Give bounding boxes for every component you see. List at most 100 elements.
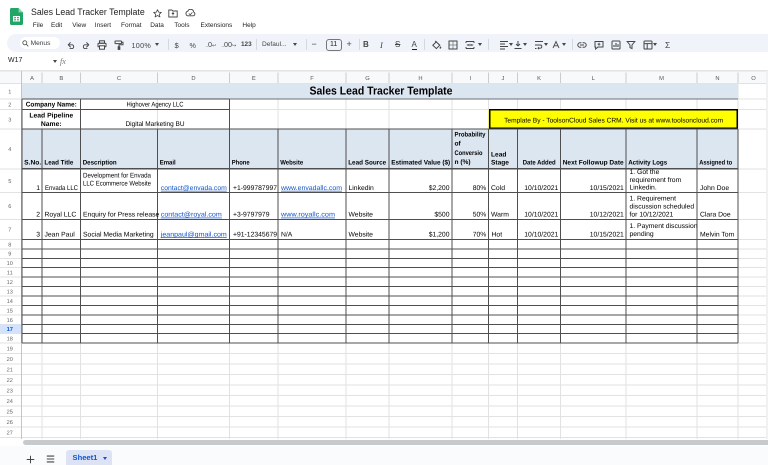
svg-text:Social Media Marketing: Social Media Marketing xyxy=(83,231,154,238)
svg-text:contact@royal.com: contact@royal.com xyxy=(161,212,222,219)
svg-text:24: 24 xyxy=(7,399,13,405)
svg-text:Next Followup Date: Next Followup Date xyxy=(563,159,624,166)
svg-text:5: 5 xyxy=(8,179,11,185)
svg-text:contact@envada.com: contact@envada.com xyxy=(161,185,227,192)
svg-text:discussion scheduled: discussion scheduled xyxy=(630,204,695,211)
svg-text:1: 1 xyxy=(8,89,11,95)
svg-text:Warm: Warm xyxy=(491,212,509,219)
svg-text:Clara Doe: Clara Doe xyxy=(700,212,731,219)
svg-text:10/10/2021: 10/10/2021 xyxy=(524,185,558,192)
svg-text:Probability: Probability xyxy=(455,131,486,138)
svg-text:1. Requirement: 1. Requirement xyxy=(630,196,677,203)
svg-text:50%: 50% xyxy=(473,212,487,219)
svg-text:of: of xyxy=(455,141,462,148)
svg-text:Estimated Value ($): Estimated Value ($) xyxy=(391,159,450,166)
svg-text:K: K xyxy=(537,76,541,82)
svg-text:Lead: Lead xyxy=(491,151,506,158)
svg-text:8: 8 xyxy=(8,242,11,248)
svg-text:www.envadallc.com: www.envadallc.com xyxy=(280,185,342,192)
svg-text:7: 7 xyxy=(8,228,11,234)
svg-text:22: 22 xyxy=(7,378,13,384)
svg-text:S.No.: S.No. xyxy=(24,159,41,166)
svg-text:Template By - ToolsonCloud Sal: Template By - ToolsonCloud Sales CRM. Vi… xyxy=(504,117,723,124)
svg-text:for 10/12/2021: for 10/12/2021 xyxy=(630,212,674,219)
svg-text:E: E xyxy=(252,76,256,82)
svg-text:14: 14 xyxy=(7,299,13,305)
svg-text:26: 26 xyxy=(7,420,13,426)
svg-text:1: 1 xyxy=(36,185,40,192)
svg-text:A: A xyxy=(30,76,34,82)
svg-text:6: 6 xyxy=(8,204,11,210)
svg-text:H: H xyxy=(418,76,422,82)
svg-text:70%: 70% xyxy=(473,231,487,238)
svg-text:Enquiry for Press release: Enquiry for Press release xyxy=(83,212,160,219)
svg-text:10/15/2021: 10/15/2021 xyxy=(590,185,624,192)
svg-text:requirement from: requirement from xyxy=(630,177,682,184)
svg-text:2: 2 xyxy=(36,212,40,219)
svg-text:3: 3 xyxy=(36,231,40,238)
svg-text:Assigned to: Assigned to xyxy=(699,159,732,166)
svg-text:23: 23 xyxy=(7,389,13,395)
svg-text:9: 9 xyxy=(8,252,11,258)
svg-text:LLC Ecommerce Website: LLC Ecommerce Website xyxy=(83,180,151,187)
svg-text:$1,200: $1,200 xyxy=(429,230,450,238)
svg-text:10/12/2021: 10/12/2021 xyxy=(590,212,624,219)
svg-text:Conversio: Conversio xyxy=(455,150,483,157)
svg-text:10/10/2021: 10/10/2021 xyxy=(524,231,558,238)
svg-text:10/15/2021: 10/15/2021 xyxy=(590,231,624,238)
svg-text:pending: pending xyxy=(630,231,654,238)
svg-text:John Doe: John Doe xyxy=(700,185,729,192)
svg-text:80%: 80% xyxy=(473,185,487,192)
svg-text:Description: Description xyxy=(83,159,117,166)
svg-text:J: J xyxy=(502,76,505,82)
svg-text:1. Payment discussion: 1. Payment discussion xyxy=(630,223,698,230)
svg-text:Website: Website xyxy=(349,231,374,238)
svg-text:Company Name:: Company Name: xyxy=(26,102,77,109)
svg-text:10/10/2021: 10/10/2021 xyxy=(524,212,558,219)
svg-text:19: 19 xyxy=(7,347,13,353)
svg-text:www.royallc.com: www.royallc.com xyxy=(280,212,335,219)
svg-text:Sales Lead Tracker Template: Sales Lead Tracker Template xyxy=(310,85,453,97)
svg-text:+91-12345679: +91-12345679 xyxy=(233,231,277,238)
svg-text:Email: Email xyxy=(160,159,176,166)
svg-text:N/A: N/A xyxy=(281,231,293,238)
svg-text:1. Got the: 1. Got the xyxy=(630,169,660,176)
svg-text:Jean Paul: Jean Paul xyxy=(45,231,76,238)
svg-text:$2,200: $2,200 xyxy=(429,184,450,192)
svg-text:17: 17 xyxy=(7,327,13,333)
svg-text:M: M xyxy=(659,76,664,82)
svg-text:$500: $500 xyxy=(434,211,449,219)
svg-text:Development for Envada: Development for Envada xyxy=(83,172,151,179)
svg-text:11: 11 xyxy=(7,271,13,277)
svg-text:Cold: Cold xyxy=(491,185,505,192)
svg-text:D: D xyxy=(191,76,195,82)
svg-text:Royal LLC: Royal LLC xyxy=(45,212,77,219)
svg-text:Name:: Name: xyxy=(41,121,62,128)
svg-text:Lead Pipeline: Lead Pipeline xyxy=(29,113,73,120)
svg-text:Website: Website xyxy=(349,212,374,219)
svg-text:G: G xyxy=(365,75,370,82)
svg-text:12: 12 xyxy=(7,280,13,286)
svg-text:15: 15 xyxy=(7,308,13,314)
svg-text:16: 16 xyxy=(7,318,13,324)
svg-text:F: F xyxy=(310,76,314,82)
svg-text:Date Added: Date Added xyxy=(523,159,556,166)
svg-text:Website: Website xyxy=(280,159,303,166)
svg-text:Linkedin.: Linkedin. xyxy=(630,185,657,192)
svg-text:n (%): n (%) xyxy=(455,159,471,166)
svg-text:27: 27 xyxy=(7,431,13,437)
svg-text:10: 10 xyxy=(7,261,13,267)
svg-text:Linkedin: Linkedin xyxy=(349,185,375,192)
svg-text:4: 4 xyxy=(8,147,11,153)
svg-text:+1-999787997: +1-999787997 xyxy=(233,185,277,192)
svg-text:13: 13 xyxy=(7,289,13,295)
svg-text:jeanpaul@gmail.com: jeanpaul@gmail.com xyxy=(160,231,227,238)
svg-text:Digital Marketing BU: Digital Marketing BU xyxy=(126,121,185,128)
svg-text:Stage: Stage xyxy=(491,159,509,166)
svg-text:Phone: Phone xyxy=(232,159,250,166)
svg-text:Melvin Tom: Melvin Tom xyxy=(700,231,735,238)
svg-text:B: B xyxy=(59,76,63,82)
svg-text:Envada LLC: Envada LLC xyxy=(45,185,78,192)
svg-text:Lead Source: Lead Source xyxy=(348,159,386,166)
svg-text:18: 18 xyxy=(7,337,13,343)
